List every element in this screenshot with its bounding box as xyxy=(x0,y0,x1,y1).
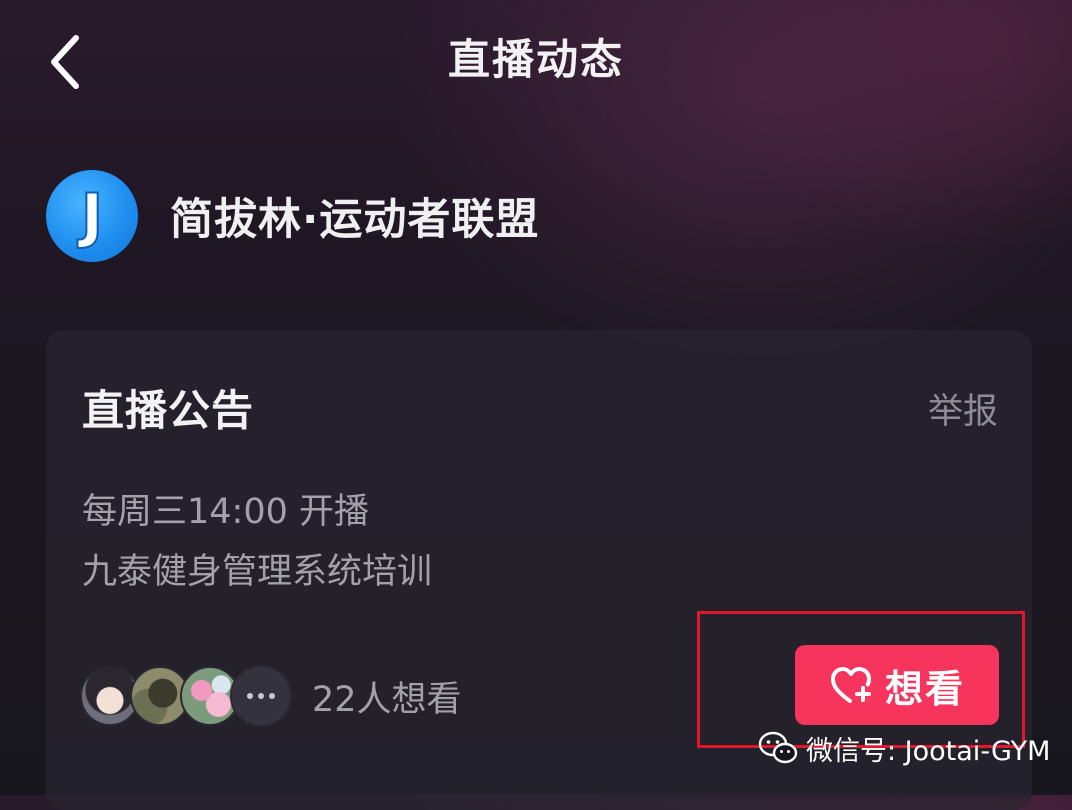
heart-plus-icon xyxy=(830,667,871,703)
page-title: 直播动态 xyxy=(447,35,624,84)
watermark: 微信号: Jootai-GYM xyxy=(758,726,1050,770)
top-bar: 直播动态 xyxy=(0,0,1072,120)
host-profile[interactable]: J 简拔林·运动者联盟 xyxy=(46,170,539,262)
watermark-text: 微信号: Jootai-GYM xyxy=(806,735,1051,767)
avatar-letter-graphic: J xyxy=(76,180,104,252)
want-to-watch-label: 想看 xyxy=(884,666,965,711)
more-dots-icon xyxy=(247,693,275,699)
announcement-line-topic: 九泰健身管理系统培训 xyxy=(82,552,433,592)
report-link[interactable]: 举报 xyxy=(928,388,998,436)
more-watchers-button[interactable] xyxy=(230,665,292,727)
announcement-title: 直播公告 xyxy=(82,386,255,435)
watch-count: 22人想看 xyxy=(312,679,462,720)
host-name: 简拔林·运动者联盟 xyxy=(170,195,540,245)
announcement-line-schedule: 每周三14:00 开播 xyxy=(82,492,369,532)
watchers-row[interactable]: 22人想看 xyxy=(80,665,462,727)
svg-text:J: J xyxy=(77,181,103,251)
want-to-watch-button[interactable]: 想看 xyxy=(795,645,999,725)
announcement-text: 每周三14:00 开播 九泰健身管理系统培训 xyxy=(82,482,432,602)
avatar[interactable]: J xyxy=(46,170,138,262)
wechat-icon xyxy=(758,731,798,764)
